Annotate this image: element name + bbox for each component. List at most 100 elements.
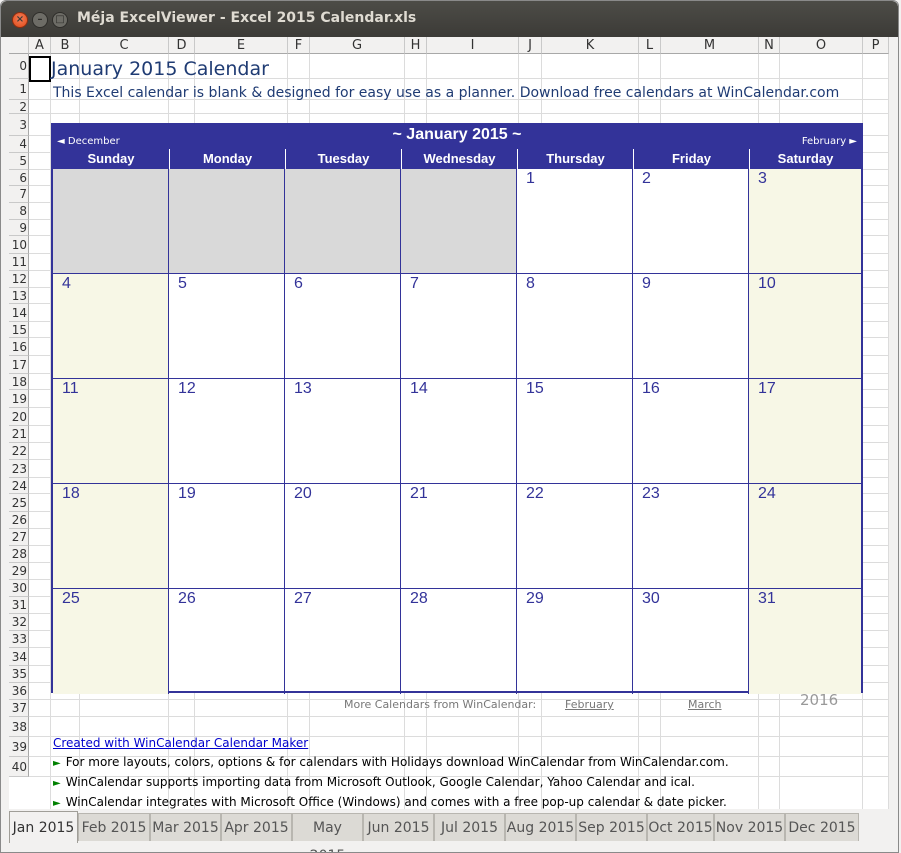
sheet-tab[interactable]: Nov 2015 <box>714 813 785 841</box>
calendar-day-cell[interactable]: 3 <box>749 169 861 274</box>
column-header[interactable]: K <box>542 37 639 54</box>
sheet-tab[interactable]: Sep 2015 <box>576 813 647 841</box>
calendar-day-cell[interactable]: 23 <box>633 484 749 589</box>
calendar-day-cell[interactable]: 2 <box>633 169 749 274</box>
calendar-day-cell[interactable]: 26 <box>169 589 285 694</box>
sheet-tab[interactable]: Dec 2015 <box>785 813 859 841</box>
calendar-day-cell[interactable]: 6 <box>285 274 401 379</box>
row-header[interactable]: 38 <box>9 717 29 737</box>
march-link[interactable]: March <box>688 698 722 711</box>
column-header[interactable]: M <box>661 37 759 54</box>
row-header[interactable]: 10 <box>9 236 29 254</box>
row-header[interactable]: 18 <box>9 374 29 390</box>
row-header[interactable]: 29 <box>9 563 29 580</box>
select-all-corner[interactable] <box>9 37 29 54</box>
row-header[interactable]: 27 <box>9 529 29 546</box>
calendar-day-cell[interactable] <box>53 169 169 274</box>
row-header[interactable]: 3 <box>9 114 29 136</box>
row-header[interactable]: 11 <box>9 254 29 271</box>
spreadsheet-grid[interactable]: 40 39 38 37 36 35 34 33 32 31 30 29 28 27 26 25 24 23 22 21… <box>9 37 889 809</box>
calendar-day-cell[interactable]: 14 <box>401 379 517 484</box>
calendar-day-cell[interactable]: 16 <box>633 379 749 484</box>
row-header[interactable]: 37 <box>9 700 29 717</box>
calendar-day-cell[interactable]: 8 <box>517 274 633 379</box>
column-header[interactable]: G <box>310 37 405 54</box>
calendar-day-cell[interactable]: 28 <box>401 589 517 694</box>
row-header[interactable]: 21 <box>9 426 29 443</box>
calendar-day-cell[interactable]: 4 <box>53 274 169 379</box>
row-header[interactable]: 1 <box>9 79 29 100</box>
sheet-tab[interactable]: Feb 2015 <box>78 813 150 841</box>
sheet-tab[interactable]: Jun 2015 <box>363 813 434 841</box>
row-header[interactable]: 28 <box>9 546 29 563</box>
row-header[interactable]: 5 <box>9 153 29 170</box>
row-header[interactable]: 8 <box>9 203 29 220</box>
row-header[interactable]: 40 <box>9 757 29 777</box>
column-header[interactable]: A <box>29 37 51 54</box>
row-header[interactable]: 39 <box>9 737 29 757</box>
row-header[interactable]: 16 <box>9 338 29 356</box>
row-header[interactable]: 19 <box>9 390 29 408</box>
row-header[interactable]: 33 <box>9 631 29 648</box>
column-header[interactable]: H <box>405 37 427 54</box>
row-header[interactable]: 15 <box>9 322 29 338</box>
row-header[interactable]: 13 <box>9 288 29 304</box>
calendar-day-cell[interactable]: 30 <box>633 589 749 694</box>
calendar-day-cell[interactable]: 7 <box>401 274 517 379</box>
maximize-button[interactable]: □ <box>52 12 68 28</box>
row-header[interactable]: 31 <box>9 597 29 614</box>
row-header[interactable]: 9 <box>9 220 29 236</box>
created-with-link[interactable]: Created with WinCalendar Calendar Maker <box>53 736 308 750</box>
calendar-day-cell[interactable]: 18 <box>53 484 169 589</box>
close-button[interactable]: × <box>12 12 28 28</box>
column-header[interactable]: E <box>195 37 288 54</box>
calendar-day-cell[interactable]: 5 <box>169 274 285 379</box>
sheet-tab[interactable]: Mar 2015 <box>150 813 221 841</box>
row-header[interactable]: 25 <box>9 494 29 512</box>
next-month-link[interactable]: February ► <box>802 136 857 147</box>
calendar-day-cell[interactable]: 13 <box>285 379 401 484</box>
calendar-day-cell[interactable]: 17 <box>749 379 861 484</box>
row-header[interactable]: 7 <box>9 186 29 203</box>
row-header[interactable]: 22 <box>9 443 29 460</box>
calendar-day-cell[interactable]: 10 <box>749 274 861 379</box>
calendar-day-cell[interactable]: 24 <box>749 484 861 589</box>
calendar-day-cell[interactable]: 31 <box>749 589 861 694</box>
sheet-tab[interactable]: Jan 2015 <box>9 811 78 843</box>
calendar-day-cell[interactable]: 20 <box>285 484 401 589</box>
row-header[interactable]: 20 <box>9 408 29 426</box>
calendar-day-cell[interactable]: 11 <box>53 379 169 484</box>
column-header[interactable]: L <box>639 37 661 54</box>
row-header[interactable]: 36 <box>9 683 29 700</box>
calendar-day-cell[interactable]: 9 <box>633 274 749 379</box>
row-header[interactable]: 23 <box>9 460 29 478</box>
calendar-day-cell[interactable]: 12 <box>169 379 285 484</box>
column-header[interactable]: D <box>169 37 195 54</box>
calendar-day-cell[interactable] <box>401 169 517 274</box>
calendar-day-cell[interactable]: 15 <box>517 379 633 484</box>
sheet-tab[interactable]: Jul 2015 <box>434 813 505 841</box>
calendar-day-cell[interactable]: 29 <box>517 589 633 694</box>
row-header[interactable]: 4 <box>9 136 29 153</box>
selected-cell[interactable] <box>29 56 51 82</box>
row-header[interactable]: 2 <box>9 100 29 114</box>
column-header[interactable]: J <box>519 37 542 54</box>
minimize-button[interactable]: – <box>32 12 48 28</box>
column-header[interactable]: I <box>427 37 519 54</box>
column-header[interactable]: C <box>80 37 169 54</box>
column-header[interactable]: O <box>780 37 863 54</box>
row-header[interactable]: 34 <box>9 648 29 666</box>
column-header[interactable]: N <box>759 37 780 54</box>
calendar-day-cell[interactable]: 22 <box>517 484 633 589</box>
row-header[interactable]: 35 <box>9 666 29 683</box>
row-header[interactable]: 26 <box>9 512 29 529</box>
row-header[interactable]: 6 <box>9 170 29 186</box>
column-header[interactable]: F <box>288 37 310 54</box>
row-header[interactable]: 12 <box>9 271 29 288</box>
calendar-day-cell[interactable]: 19 <box>169 484 285 589</box>
february-link[interactable]: February <box>565 698 614 711</box>
calendar-day-cell[interactable]: 27 <box>285 589 401 694</box>
sheet-tab[interactable]: Aug 2015 <box>505 813 576 841</box>
calendar-day-cell[interactable] <box>169 169 285 274</box>
column-header[interactable]: P <box>863 37 889 54</box>
